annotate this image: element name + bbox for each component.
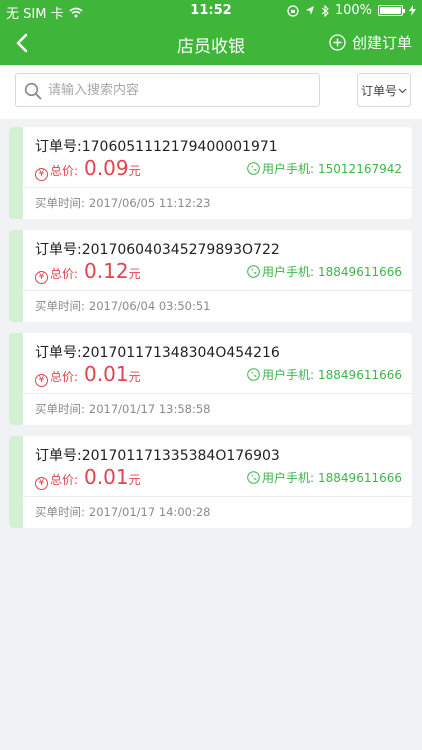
card-divider xyxy=(23,393,412,394)
status-bar: 无 SIM 卡 11:52 100% xyxy=(0,0,422,22)
order-number-value: 201701171348304O454216 xyxy=(81,345,280,361)
price-value: 0.01 xyxy=(84,465,129,489)
create-order-label: 创建订单 xyxy=(351,34,412,52)
search-input[interactable] xyxy=(48,80,308,100)
phone-icon xyxy=(247,471,260,484)
price-label: 总价: xyxy=(50,370,79,384)
charging-icon xyxy=(409,5,416,16)
price-unit: 元 xyxy=(128,164,141,178)
price-unit: 元 xyxy=(128,267,141,281)
phone-row: 用户手机: 18849611666 xyxy=(247,469,402,486)
price-value: 0.12 xyxy=(84,259,129,283)
battery-icon xyxy=(378,5,405,16)
order-number-value: 201701171335384O176903 xyxy=(81,448,280,464)
yen-icon: ¥ xyxy=(35,270,48,284)
orientation-lock-icon xyxy=(287,4,299,17)
yen-icon: ¥ xyxy=(35,476,48,490)
order-number: 订单号:1706051112179400001971 xyxy=(35,136,278,156)
card-divider xyxy=(23,496,412,497)
phone-value: 18849611666 xyxy=(318,264,402,279)
card-divider xyxy=(23,187,412,188)
time-label: 买单时间: xyxy=(35,402,85,416)
phone-value: 18849611666 xyxy=(318,367,402,382)
time-row: 买单时间: 2017/06/04 03:50:51 xyxy=(35,298,210,314)
price-label: 总价: xyxy=(50,164,79,178)
phone-value: 18849611666 xyxy=(318,470,402,485)
time-row: 买单时间: 2017/01/17 13:58:58 xyxy=(35,401,210,417)
time-value: 2017/01/17 13:58:58 xyxy=(88,402,211,416)
location-icon xyxy=(305,6,314,15)
order-number-value: 201706040345279893O722 xyxy=(81,242,280,258)
price-unit: 元 xyxy=(128,370,141,384)
price-value: 0.09 xyxy=(84,156,129,180)
create-order-button[interactable]: 创建订单 xyxy=(329,32,412,53)
time-row: 买单时间: 2017/06/05 11:12:23 xyxy=(35,195,210,211)
time-value: 2017/06/04 03:50:51 xyxy=(88,299,211,313)
yen-icon: ¥ xyxy=(35,167,48,181)
order-number-label: 订单号: xyxy=(35,139,82,155)
price-label: 总价: xyxy=(50,473,79,487)
order-number-label: 订单号: xyxy=(35,448,82,464)
search-area: 订单号 xyxy=(0,65,422,119)
order-number: 订单号:201701171348304O454216 xyxy=(35,342,280,362)
phone-row: 用户手机: 18849611666 xyxy=(247,366,402,383)
price-row: ¥ 总价: 0.01 元 xyxy=(35,465,141,490)
order-card[interactable]: 订单号:201701171335384O176903 ¥ 总价: 0.01 元 … xyxy=(9,436,412,528)
price-label: 总价: xyxy=(50,267,79,281)
plus-circle-icon xyxy=(329,34,346,51)
battery-percent: 100% xyxy=(334,3,372,18)
bluetooth-icon xyxy=(321,4,329,17)
order-number-label: 订单号: xyxy=(35,242,82,258)
phone-icon xyxy=(247,265,260,278)
yen-icon: ¥ xyxy=(35,373,48,387)
price-unit: 元 xyxy=(128,473,141,487)
order-card[interactable]: 订单号:1706051112179400001971 ¥ 总价: 0.09 元 … xyxy=(9,127,412,219)
phone-label: 用户手机: xyxy=(261,162,315,176)
time-row: 买单时间: 2017/01/17 14:00:28 xyxy=(35,504,210,520)
chevron-down-icon xyxy=(398,88,407,93)
phone-row: 用户手机: 18849611666 xyxy=(247,263,402,280)
nav-bar: 店员收银 创建订单 xyxy=(0,22,422,65)
status-right: 100% xyxy=(287,3,416,18)
order-number-label: 订单号: xyxy=(35,345,82,361)
time-label: 买单时间: xyxy=(35,299,85,313)
search-icon xyxy=(24,82,42,100)
phone-label: 用户手机: xyxy=(261,368,315,382)
search-filter-select[interactable]: 订单号 xyxy=(357,73,411,107)
card-accent xyxy=(9,230,23,322)
order-number: 订单号:201706040345279893O722 xyxy=(35,239,280,259)
time-label: 买单时间: xyxy=(35,505,85,519)
time-value: 2017/01/17 14:00:28 xyxy=(88,505,211,519)
card-accent xyxy=(9,127,23,219)
order-number: 订单号:201701171335384O176903 xyxy=(35,445,280,465)
card-accent xyxy=(9,436,23,528)
phone-label: 用户手机: xyxy=(261,471,315,485)
search-box[interactable] xyxy=(15,73,320,107)
price-value: 0.01 xyxy=(84,362,129,386)
phone-icon xyxy=(247,162,260,175)
phone-label: 用户手机: xyxy=(261,265,315,279)
card-divider xyxy=(23,290,412,291)
time-label: 买单时间: xyxy=(35,196,85,210)
price-row: ¥ 总价: 0.09 元 xyxy=(35,156,141,181)
order-card[interactable]: 订单号:201701171348304O454216 ¥ 总价: 0.01 元 … xyxy=(9,333,412,425)
order-number-value: 1706051112179400001971 xyxy=(81,139,278,155)
card-accent xyxy=(9,333,23,425)
time-value: 2017/06/05 11:12:23 xyxy=(88,196,211,210)
price-row: ¥ 总价: 0.12 元 xyxy=(35,259,141,284)
price-row: ¥ 总价: 0.01 元 xyxy=(35,362,141,387)
phone-icon xyxy=(247,368,260,381)
phone-row: 用户手机: 15012167942 xyxy=(247,160,402,177)
order-card[interactable]: 订单号:201706040345279893O722 ¥ 总价: 0.12 元 … xyxy=(9,230,412,322)
filter-label: 订单号 xyxy=(360,83,397,98)
phone-value: 15012167942 xyxy=(318,161,402,176)
